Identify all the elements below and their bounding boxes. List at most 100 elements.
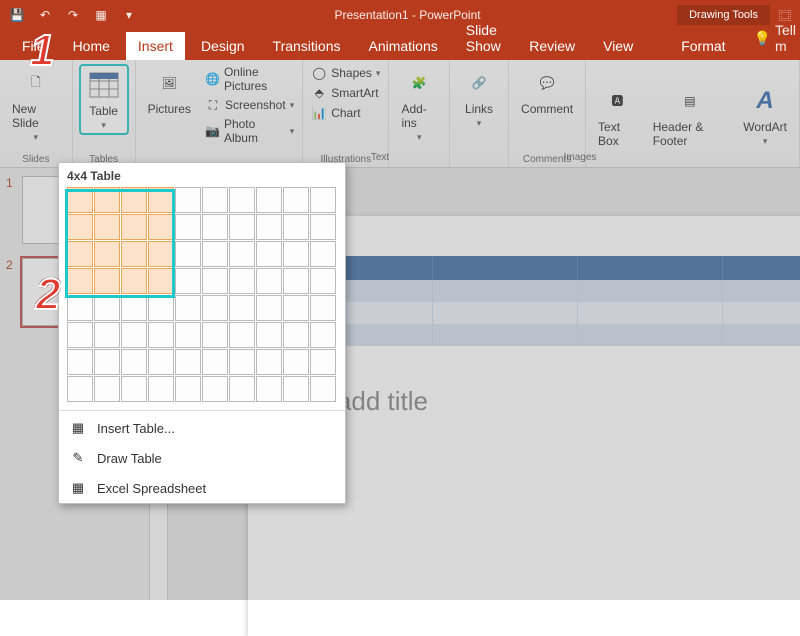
grid-cell[interactable]	[310, 241, 336, 267]
grid-cell[interactable]	[310, 187, 336, 213]
tab-insert[interactable]: Insert	[126, 32, 185, 60]
grid-cell[interactable]	[94, 268, 120, 294]
grid-cell[interactable]	[310, 268, 336, 294]
grid-cell[interactable]	[310, 322, 336, 348]
grid-cell[interactable]	[283, 322, 309, 348]
tab-transitions[interactable]: Transitions	[261, 32, 353, 60]
grid-cell[interactable]	[310, 214, 336, 240]
grid-cell[interactable]	[148, 268, 174, 294]
inserted-table[interactable]	[288, 256, 800, 346]
online-pictures-button[interactable]: 🌐Online Pictures	[203, 64, 296, 94]
grid-cell[interactable]	[256, 214, 282, 240]
grid-cell[interactable]	[67, 241, 93, 267]
tab-format[interactable]: Format	[669, 32, 737, 60]
grid-cell[interactable]	[283, 187, 309, 213]
grid-cell[interactable]	[256, 268, 282, 294]
grid-cell[interactable]	[67, 349, 93, 375]
grid-cell[interactable]	[148, 376, 174, 402]
grid-cell[interactable]	[175, 241, 201, 267]
draw-table-item[interactable]: ✎Draw Table	[59, 443, 345, 473]
grid-cell[interactable]	[202, 187, 228, 213]
grid-cell[interactable]	[202, 268, 228, 294]
tab-design[interactable]: Design	[189, 32, 257, 60]
grid-cell[interactable]	[148, 241, 174, 267]
grid-cell[interactable]	[67, 268, 93, 294]
insert-table-item[interactable]: ▦Insert Table...	[59, 413, 345, 443]
wordart-button[interactable]: AWordArt	[737, 82, 793, 149]
grid-cell[interactable]	[94, 214, 120, 240]
grid-cell[interactable]	[283, 349, 309, 375]
undo-icon[interactable]: ↶	[36, 6, 54, 24]
grid-cell[interactable]	[229, 322, 255, 348]
grid-cell[interactable]	[283, 295, 309, 321]
grid-cell[interactable]	[229, 241, 255, 267]
grid-cell[interactable]	[229, 295, 255, 321]
grid-cell[interactable]	[67, 295, 93, 321]
links-button[interactable]: 🔗Links	[456, 64, 502, 131]
grid-cell[interactable]	[229, 376, 255, 402]
grid-cell[interactable]	[148, 295, 174, 321]
grid-cell[interactable]	[256, 295, 282, 321]
grid-cell[interactable]	[202, 295, 228, 321]
table-button[interactable]: Table	[79, 64, 129, 135]
grid-cell[interactable]	[283, 214, 309, 240]
grid-cell[interactable]	[148, 214, 174, 240]
grid-cell[interactable]	[121, 376, 147, 402]
grid-cell[interactable]	[94, 376, 120, 402]
grid-cell[interactable]	[256, 187, 282, 213]
grid-cell[interactable]	[175, 376, 201, 402]
grid-cell[interactable]	[94, 349, 120, 375]
table-size-grid[interactable]	[59, 187, 345, 408]
grid-cell[interactable]	[229, 268, 255, 294]
grid-cell[interactable]	[283, 241, 309, 267]
grid-cell[interactable]	[121, 214, 147, 240]
grid-cell[interactable]	[175, 214, 201, 240]
grid-cell[interactable]	[121, 268, 147, 294]
header-footer-button[interactable]: ▤Header & Footer	[647, 82, 734, 150]
grid-cell[interactable]	[94, 187, 120, 213]
grid-cell[interactable]	[67, 214, 93, 240]
grid-cell[interactable]	[121, 322, 147, 348]
grid-cell[interactable]	[175, 187, 201, 213]
pictures-button[interactable]: 🖼 Pictures	[142, 64, 197, 118]
grid-cell[interactable]	[202, 376, 228, 402]
grid-cell[interactable]	[256, 349, 282, 375]
grid-cell[interactable]	[202, 349, 228, 375]
grid-cell[interactable]	[229, 349, 255, 375]
chart-button[interactable]: 📊Chart	[309, 104, 382, 122]
tab-animations[interactable]: Animations	[356, 32, 449, 60]
grid-cell[interactable]	[121, 349, 147, 375]
grid-cell[interactable]	[67, 322, 93, 348]
shapes-button[interactable]: ◯Shapes	[309, 64, 382, 82]
qat-more-icon[interactable]: ▾	[120, 6, 138, 24]
comment-button[interactable]: 💬Comment	[515, 64, 579, 118]
tab-review[interactable]: Review	[517, 32, 587, 60]
grid-cell[interactable]	[148, 322, 174, 348]
grid-cell[interactable]	[148, 349, 174, 375]
excel-spreadsheet-item[interactable]: ▦Excel Spreadsheet	[59, 473, 345, 503]
tab-slideshow[interactable]: Slide Show	[454, 16, 513, 60]
redo-icon[interactable]: ↷	[64, 6, 82, 24]
grid-cell[interactable]	[283, 376, 309, 402]
start-from-beginning-icon[interactable]: ▦	[92, 6, 110, 24]
grid-cell[interactable]	[121, 295, 147, 321]
grid-cell[interactable]	[202, 214, 228, 240]
tab-home[interactable]: Home	[61, 32, 122, 60]
grid-cell[interactable]	[202, 241, 228, 267]
grid-cell[interactable]	[67, 187, 93, 213]
grid-cell[interactable]	[94, 241, 120, 267]
grid-cell[interactable]	[175, 268, 201, 294]
grid-cell[interactable]	[202, 322, 228, 348]
grid-cell[interactable]	[67, 376, 93, 402]
grid-cell[interactable]	[310, 349, 336, 375]
grid-cell[interactable]	[94, 322, 120, 348]
addins-button[interactable]: 🧩Add-ins	[395, 64, 443, 145]
grid-cell[interactable]	[229, 214, 255, 240]
grid-cell[interactable]	[121, 187, 147, 213]
photo-album-button[interactable]: 📷Photo Album	[203, 116, 296, 146]
smartart-button[interactable]: ⬘SmartArt	[309, 84, 382, 102]
grid-cell[interactable]	[229, 187, 255, 213]
grid-cell[interactable]	[256, 241, 282, 267]
grid-cell[interactable]	[283, 268, 309, 294]
new-slide-button[interactable]: 🗋 New Slide	[6, 64, 66, 145]
